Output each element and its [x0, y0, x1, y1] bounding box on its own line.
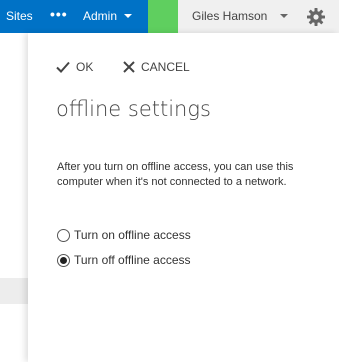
ok-button[interactable]: OK	[56, 59, 93, 75]
cancel-button[interactable]: CANCEL	[123, 59, 190, 75]
admin-menu-button[interactable]: Admin	[83, 9, 117, 24]
more-menu-button[interactable]: •••	[50, 7, 68, 22]
radio-unchecked-icon[interactable]	[57, 228, 70, 242]
app-tile[interactable]	[148, 0, 178, 33]
offline-settings-panel: OK CANCEL offline settings After you tur…	[28, 33, 339, 362]
cancel-label: CANCEL	[141, 60, 190, 74]
chevron-down-icon	[124, 14, 132, 18]
turn-off-offline-option[interactable]: Turn off offline access	[57, 253, 191, 267]
page-title: offline settings	[56, 97, 211, 121]
description-text: After you turn on offline access, you ca…	[57, 161, 294, 188]
close-icon	[123, 61, 135, 73]
user-chevron-down-icon	[280, 14, 288, 18]
background-row	[0, 278, 28, 304]
turn-on-offline-label: Turn on offline access	[74, 228, 191, 242]
ok-label: OK	[76, 60, 94, 74]
radio-checked-icon[interactable]	[57, 253, 70, 267]
turn-on-offline-option[interactable]: Turn on offline access	[57, 228, 191, 242]
suite-bar: Sites ••• Admin Giles Hamson	[0, 0, 339, 33]
suite-nav: Sites ••• Admin	[0, 0, 148, 33]
sites-link[interactable]: Sites	[6, 9, 33, 24]
user-menu-button[interactable]: Giles Hamson	[192, 9, 267, 24]
turn-off-offline-label: Turn off offline access	[74, 253, 191, 267]
background-page	[0, 33, 28, 362]
checkmark-icon	[56, 61, 70, 73]
gear-icon[interactable]	[306, 7, 326, 27]
